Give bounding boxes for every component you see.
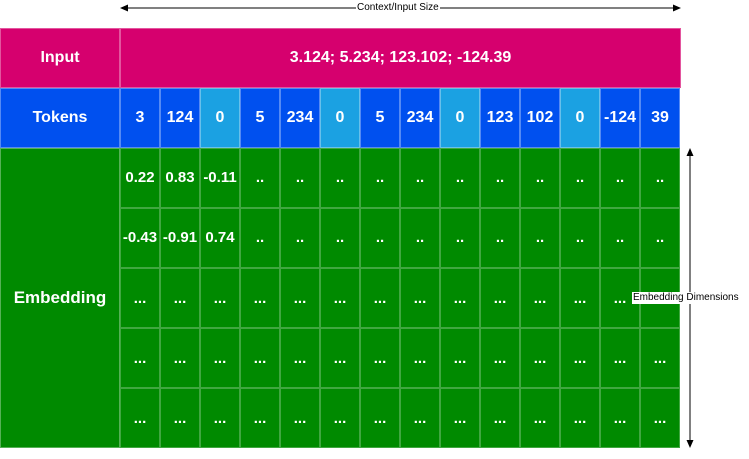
embedding-cell: .. (440, 148, 480, 208)
embedding-cell: ... (440, 268, 480, 328)
embedding-cell: .. (240, 208, 280, 268)
input-value: 3.124; 5.234; 123.102; -124.39 (120, 28, 681, 88)
embedding-cell: .. (520, 148, 560, 208)
embedding-cell: ... (160, 268, 200, 328)
context-size-label: Context/Input Size (356, 2, 440, 14)
embedding-cell: ... (560, 388, 600, 448)
separator-token: 0 (320, 88, 360, 148)
embedding-dimensions-label: Embedding Dimensions (632, 292, 740, 304)
embedding-cell: ... (480, 388, 520, 448)
tokens-row-label: Tokens (0, 88, 120, 148)
separator-token: 0 (560, 88, 600, 148)
embedding-row-label: Embedding (0, 148, 120, 448)
embedding-cell: .. (360, 208, 400, 268)
embedding-cell: ... (520, 268, 560, 328)
embedding-cell: .. (240, 148, 280, 208)
embedding-cell: .. (320, 208, 360, 268)
embedding-cell: ... (320, 328, 360, 388)
token-cell: -124 (600, 88, 640, 148)
embedding-cell: .. (480, 208, 520, 268)
embedding-cell: ... (360, 268, 400, 328)
token-cell: 102 (520, 88, 560, 148)
embedding-cell: .. (400, 148, 440, 208)
embedding-cell: ... (360, 388, 400, 448)
token-cell: 123 (480, 88, 520, 148)
embedding-cell: ... (320, 268, 360, 328)
embedding-cell: -0.11 (200, 148, 240, 208)
embedding-cell: ... (600, 388, 640, 448)
embedding-cell: .. (600, 208, 640, 268)
embedding-cell: ... (280, 328, 320, 388)
embedding-cell: ... (400, 268, 440, 328)
embedding-cell: ... (480, 268, 520, 328)
embedding-cell: ... (400, 388, 440, 448)
embedding-cell: .. (560, 208, 600, 268)
embedding-cell: .. (320, 148, 360, 208)
embedding-cell: ... (120, 268, 160, 328)
embedding-cell: ... (120, 388, 160, 448)
embedding-cell: .. (280, 208, 320, 268)
embedding-cell: ... (440, 328, 480, 388)
embedding-cell: .. (440, 208, 480, 268)
embedding-cell: ... (560, 268, 600, 328)
token-cell: 234 (280, 88, 320, 148)
embedding-cell: ... (360, 328, 400, 388)
embedding-cell: .. (400, 208, 440, 268)
embedding-cell: ... (320, 388, 360, 448)
embedding-cell: .. (520, 208, 560, 268)
separator-token: 0 (440, 88, 480, 148)
token-cell: 3 (120, 88, 160, 148)
embedding-cell: ... (560, 328, 600, 388)
token-cell: 39 (640, 88, 680, 148)
token-cell: 5 (240, 88, 280, 148)
embedding-cell: ... (400, 328, 440, 388)
input-row-label: Input (0, 28, 120, 88)
embedding-cell: ... (240, 268, 280, 328)
embedding-cell: 0.83 (160, 148, 200, 208)
embedding-cell: ... (520, 328, 560, 388)
separator-token: 0 (200, 88, 240, 148)
embedding-cell: 0.22 (120, 148, 160, 208)
embedding-cell: ... (440, 388, 480, 448)
embedding-cell: ... (640, 328, 680, 388)
embedding-cell: ... (600, 328, 640, 388)
token-cell: 5 (360, 88, 400, 148)
embedding-cell: ... (280, 388, 320, 448)
embedding-cell: ... (200, 388, 240, 448)
embedding-cell: -0.43 (120, 208, 160, 268)
embedding-cell: 0.74 (200, 208, 240, 268)
embedding-cell: ... (120, 328, 160, 388)
embedding-cell: .. (640, 148, 680, 208)
embedding-cell: ... (520, 388, 560, 448)
embedding-cell: ... (480, 328, 520, 388)
embedding-cell: .. (480, 148, 520, 208)
embedding-cell: ... (240, 388, 280, 448)
embedding-cell: ... (160, 328, 200, 388)
embedding-cell: .. (280, 148, 320, 208)
embedding-cell: ... (280, 268, 320, 328)
embedding-cell: .. (600, 148, 640, 208)
embedding-cell: ... (640, 388, 680, 448)
embedding-cell: -0.91 (160, 208, 200, 268)
embedding-cell: ... (200, 268, 240, 328)
embedding-cell: .. (560, 148, 600, 208)
embedding-cell: .. (640, 208, 680, 268)
embedding-cell: ... (200, 328, 240, 388)
embedding-cell: ... (240, 328, 280, 388)
embedding-cell: .. (360, 148, 400, 208)
token-cell: 234 (400, 88, 440, 148)
token-cell: 124 (160, 88, 200, 148)
embedding-cell: ... (160, 388, 200, 448)
